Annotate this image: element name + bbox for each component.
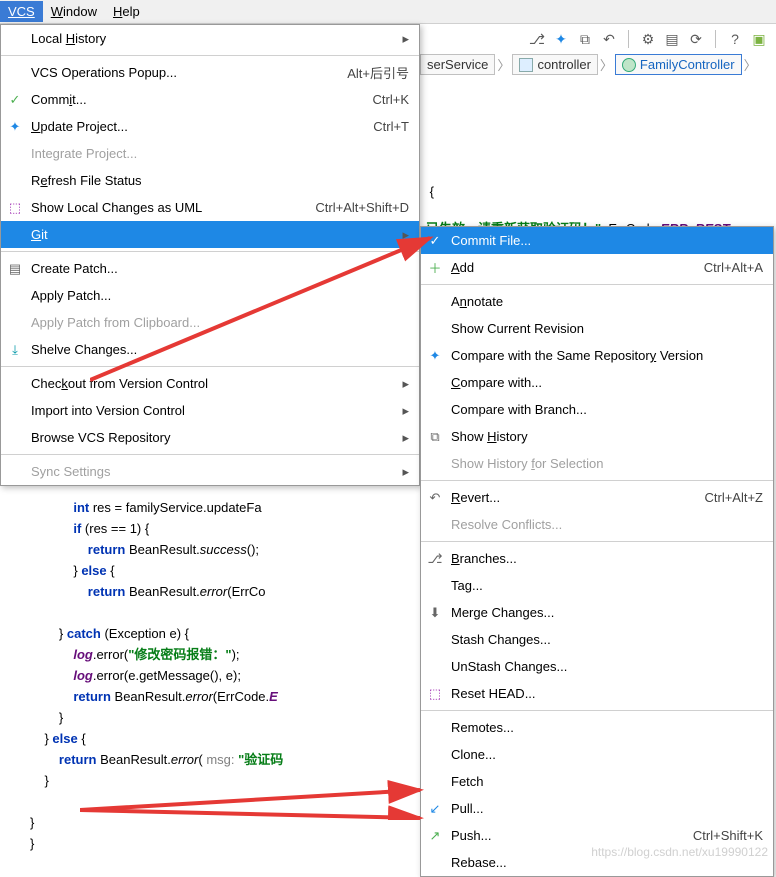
- diff-icon[interactable]: ⧉: [576, 30, 594, 48]
- chevron-right-icon: 〉: [600, 55, 613, 74]
- separator: [1, 251, 419, 252]
- crumb-service[interactable]: serService: [420, 54, 495, 75]
- chevron-right-icon: ▸: [402, 227, 409, 243]
- help-icon[interactable]: ?: [726, 30, 744, 48]
- watermark: https://blog.csdn.net/xu19990122: [591, 845, 768, 859]
- chevron-right-icon: 〉: [744, 55, 757, 74]
- separator: [1, 454, 419, 455]
- menu-vcs-popup[interactable]: VCS Operations Popup...Alt+后引号: [1, 59, 419, 86]
- chevron-right-icon: ▸: [402, 376, 409, 392]
- run-icon[interactable]: ⚙: [639, 30, 657, 48]
- menu-checkout[interactable]: Checkout from Version Control▸: [1, 370, 419, 397]
- menu-apply-patch[interactable]: Apply Patch...: [1, 282, 419, 309]
- menu-browse-vcs[interactable]: Browse VCS Repository▸: [1, 424, 419, 451]
- menu-commit[interactable]: ✓Commit...Ctrl+K: [1, 86, 419, 113]
- separator: [1, 55, 419, 56]
- toolbar: ⎇ ✦ ⧉ ↶ ⚙ ▤ ⟳ ? ▣: [520, 24, 776, 54]
- menu-integrate: Integrate Project...: [1, 140, 419, 167]
- commit-icon: ✓: [7, 92, 23, 108]
- menu-update-project[interactable]: ✦Update Project...Ctrl+T: [1, 113, 419, 140]
- folder-icon: [519, 58, 533, 72]
- update-icon[interactable]: ✦: [552, 30, 570, 48]
- menu-compare-branch[interactable]: Compare with Branch...: [421, 396, 773, 423]
- revert-icon[interactable]: ↶: [600, 30, 618, 48]
- update-icon: ✦: [7, 119, 23, 135]
- history-icon: ⧉: [427, 429, 443, 445]
- separator: [421, 284, 773, 285]
- menu-compare-with[interactable]: Compare with...: [421, 369, 773, 396]
- menu-apply-clipboard: Apply Patch from Clipboard...: [1, 309, 419, 336]
- plus-icon: ＋: [427, 260, 443, 276]
- menubar: VCS Window Help: [0, 0, 776, 24]
- menu-git[interactable]: Git▸: [1, 221, 419, 248]
- editor-code: int res = familyService.updateFa if (res…: [0, 470, 776, 863]
- menu-show-history[interactable]: ⧉Show History: [421, 423, 773, 450]
- crumb-controller[interactable]: controller: [512, 54, 597, 75]
- menu-create-patch[interactable]: ▤Create Patch...: [1, 255, 419, 282]
- menu-import-vc[interactable]: Import into Version Control▸: [1, 397, 419, 424]
- class-icon: [622, 58, 636, 72]
- separator: [1, 366, 419, 367]
- branch-icon[interactable]: ⎇: [528, 30, 546, 48]
- chevron-right-icon: ▸: [402, 430, 409, 446]
- shelve-icon: ⤓: [7, 342, 23, 358]
- vcs-menu: Local History▸ VCS Operations Popup...Al…: [0, 24, 420, 486]
- menubar-vcs[interactable]: VCS: [0, 1, 43, 22]
- menu-show-uml[interactable]: ⬚Show Local Changes as UMLCtrl+Alt+Shift…: [1, 194, 419, 221]
- menu-add[interactable]: ＋AddCtrl+Alt+A: [421, 254, 773, 281]
- doc-icon[interactable]: ▤: [663, 30, 681, 48]
- menu-local-history[interactable]: Local History▸: [1, 25, 419, 52]
- stop-icon[interactable]: ⟳: [687, 30, 705, 48]
- commit-icon: ✓: [427, 233, 443, 249]
- menu-refresh-status[interactable]: Refresh File Status: [1, 167, 419, 194]
- menu-commit-file[interactable]: ✓Commit File...: [421, 227, 773, 254]
- menu-show-revision[interactable]: Show Current Revision: [421, 315, 773, 342]
- chevron-right-icon: ▸: [402, 31, 409, 47]
- menu-compare-same[interactable]: ✦Compare with the Same Repository Versio…: [421, 342, 773, 369]
- breadcrumb: serService 〉 controller 〉 FamilyControll…: [420, 54, 757, 75]
- menu-shelve[interactable]: ⤓Shelve Changes...: [1, 336, 419, 363]
- patch-icon: ▤: [7, 261, 23, 277]
- chevron-right-icon: ▸: [402, 403, 409, 419]
- menubar-window[interactable]: Window: [43, 1, 105, 22]
- menubar-help[interactable]: Help: [105, 1, 148, 22]
- uml-icon: ⬚: [7, 200, 23, 216]
- compare-icon: ✦: [427, 348, 443, 364]
- plugin-icon[interactable]: ▣: [750, 30, 768, 48]
- chevron-right-icon: 〉: [497, 55, 510, 74]
- menu-annotate[interactable]: Annotate: [421, 288, 773, 315]
- code-background: {已失效，请重新获取验证码！", ErrCode.ERR_REST: [420, 128, 776, 228]
- crumb-class[interactable]: FamilyController: [615, 54, 742, 75]
